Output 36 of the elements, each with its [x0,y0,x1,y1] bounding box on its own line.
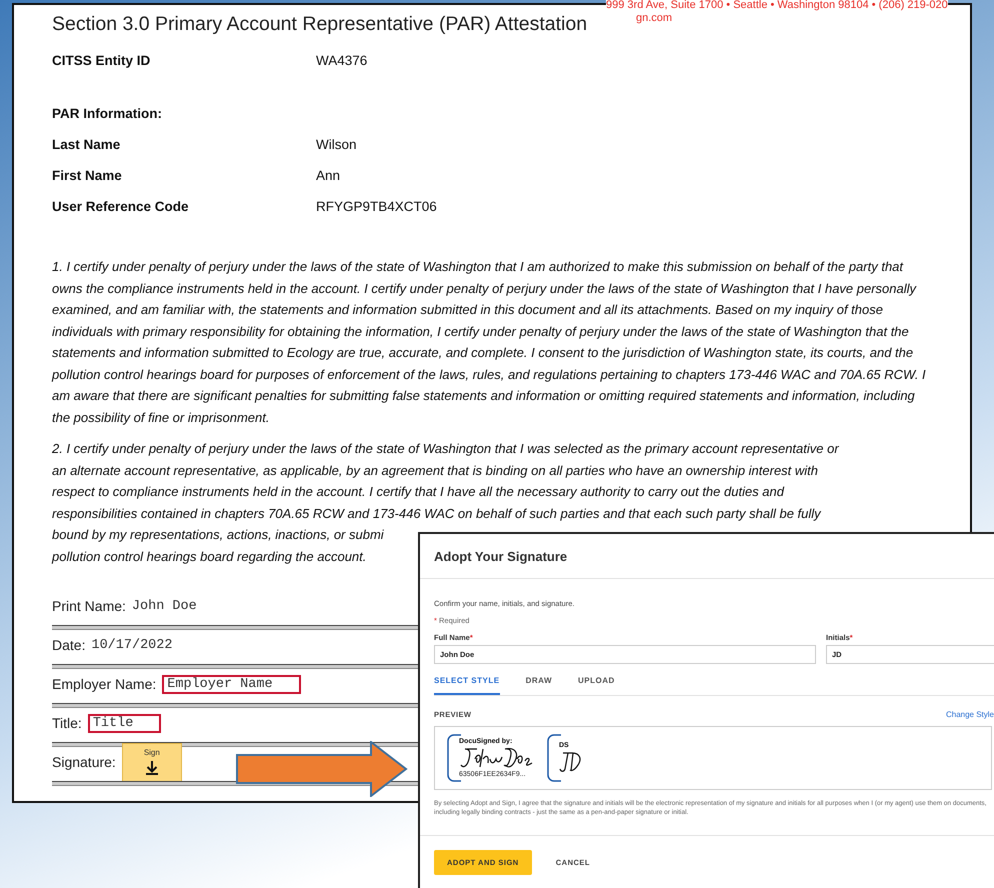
attestation-line: respect to compliance instruments held in the account. I certify that I have all the necessary authority to carry out the duties and [52,483,784,501]
letterhead-website: gn.com [635,12,674,25]
input-field[interactable]: Title [88,714,162,732]
attestation-line: responsibilities contained in chapters 70A.65 RCW and 173-446 WAC on behalf of such parties and that each such party shall be fully [52,504,821,523]
section-heading: PAR Information: [51,105,163,123]
input-field[interactable]: Employer Name [162,674,301,694]
field-value: RFYGP9TB4XCT06 [316,199,437,214]
style-tab[interactable]: UPLOAD [578,672,615,695]
field-label: User Reference Code [52,199,190,214]
section-title: Section 3.0 Primary Account Representative (PAR) Attestation [52,13,588,36]
attestation-line: bound by my representations, actions, inactions, or submi [52,526,384,544]
attestation-paragraph: 1. I certify under penalty of perjury under the laws of the state of Washington that I am authorized to make this submission on behalf of the party that owns the compliance instruments held in the account. I certify under penalty of perjury under the laws of the state of Washington that I have personally examined, and am familiar with, the statements and information submitted in this document and all its attachments. Based on my inquiry of those individuals with primary responsibility for obtaining the information, I certify under penalty of perjury under the laws of the state of Washington that the statements and information submitted to Ecology are true, accurate, and complete. I consent to the jurisdiction of Washington state, its courts, and the pollution control hearings board for purposes of enforcement of the laws, rules, and regulations pertaining to chapters 173-446 WAC and 70A.65 RCW. I am aware that there are significant penalties for submitting false statements and information or omitting required statements and information, including the possibility of fine or imprisonment. [52,258,927,427]
style-tab[interactable]: DRAW [526,672,552,695]
stamp-bracket-icon [547,734,561,782]
stamp-bracket-icon [447,734,461,782]
form-label: Employer Name: [52,676,156,692]
letterhead-address: 999 3rd Ave, Suite 1700 • Seattle • Washington 98104 • (206) 219-020 [606,0,948,12]
form-label: Print Name: [52,598,126,614]
attestation-line: an alternate account representative, as applicable, by an agreement that is binding on all parties who have an ownership interest with [52,462,818,480]
form-value: John Doe [132,598,197,614]
dialog-title: Adopt Your Signature [434,548,568,564]
form-label: Signature: [52,754,116,770]
attestation-line: 2. I certify under penalty of perjury under the laws of the state of Washington that I was selected as the primary account representative or [52,440,839,458]
form-value: 10/17/2022 [91,638,172,652]
form-label: Date: [52,637,86,653]
field-label: First Name [52,168,123,183]
change-style-link[interactable]: Change Style [946,710,994,719]
field-label: Last Name [52,137,122,152]
field-value: Ann [316,168,340,183]
field-label: CITSS Entity ID [52,53,152,68]
field-value: WA4376 [316,53,368,68]
attestation-line: pollution control hearings board regarding the account. [52,548,366,566]
form-label: Title: [52,715,82,731]
field-value: Wilson [316,137,357,152]
download-icon [144,761,159,775]
style-tab[interactable]: SELECT STYLE [434,672,500,695]
